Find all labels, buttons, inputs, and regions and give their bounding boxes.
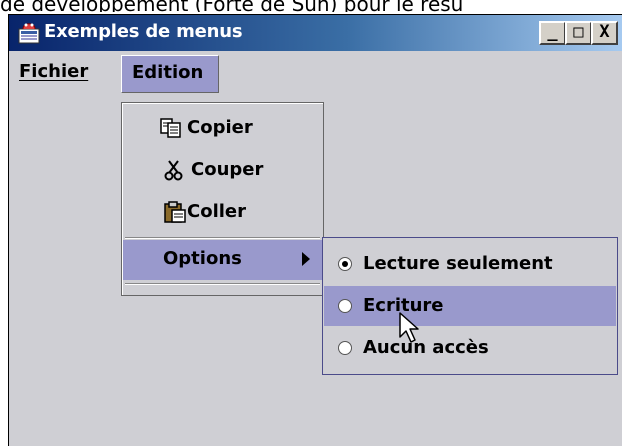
radio-checked-icon <box>338 257 352 271</box>
menu-edition-label: Edition <box>132 62 204 83</box>
scissors-icon <box>164 160 183 181</box>
menu-item-label: Couper <box>191 159 264 180</box>
radio-unchecked-icon <box>338 299 352 313</box>
mouse-pointer-icon <box>399 312 419 343</box>
menu-fichier[interactable]: Fichier <box>19 61 88 82</box>
menu-item-coller[interactable]: Coller <box>123 193 322 233</box>
paste-icon <box>164 201 186 223</box>
menu-item-couper[interactable]: Couper <box>123 151 322 191</box>
app-window: Exemples de menus _ □ X Fichier Edition … <box>8 14 622 446</box>
submenu-arrow-icon <box>302 252 310 266</box>
menu-item-options[interactable]: Options <box>123 240 322 280</box>
menu-fichier-label: Fichier <box>19 61 89 82</box>
menu-item-label: Options <box>163 248 242 269</box>
close-button[interactable]: X <box>591 21 618 45</box>
edition-dropdown: Copier Couper Coller Options <box>121 102 324 296</box>
radio-item-label: Aucun accès <box>363 337 489 358</box>
radio-item-lecture-seulement[interactable]: Lecture seulement <box>324 244 616 284</box>
copy-icon <box>160 118 181 138</box>
menu-bar: Fichier Edition <box>9 51 622 95</box>
menu-item-copier[interactable]: Copier <box>123 109 322 149</box>
menu-item-label: Coller <box>187 201 247 222</box>
maximize-button[interactable]: □ <box>565 21 592 45</box>
window-title: Exemples de menus <box>44 21 243 42</box>
app-icon <box>18 23 40 44</box>
menu-edition[interactable]: Edition <box>121 55 219 93</box>
minimize-button[interactable]: _ <box>539 21 566 45</box>
options-submenu: Lecture seulement Ecriture Aucun accès <box>322 237 618 375</box>
menu-separator <box>125 237 320 239</box>
menu-item-label: Copier <box>187 117 253 138</box>
title-bar[interactable]: Exemples de menus _ □ X <box>9 15 622 51</box>
radio-unchecked-icon <box>338 341 352 355</box>
radio-item-aucun-acces[interactable]: Aucun accès <box>324 328 616 368</box>
radio-item-ecriture[interactable]: Ecriture <box>324 286 616 326</box>
menu-separator <box>125 283 320 285</box>
caption-text: de développement (Forte de Sun) pour le … <box>0 0 464 12</box>
radio-item-label: Lecture seulement <box>363 253 553 274</box>
